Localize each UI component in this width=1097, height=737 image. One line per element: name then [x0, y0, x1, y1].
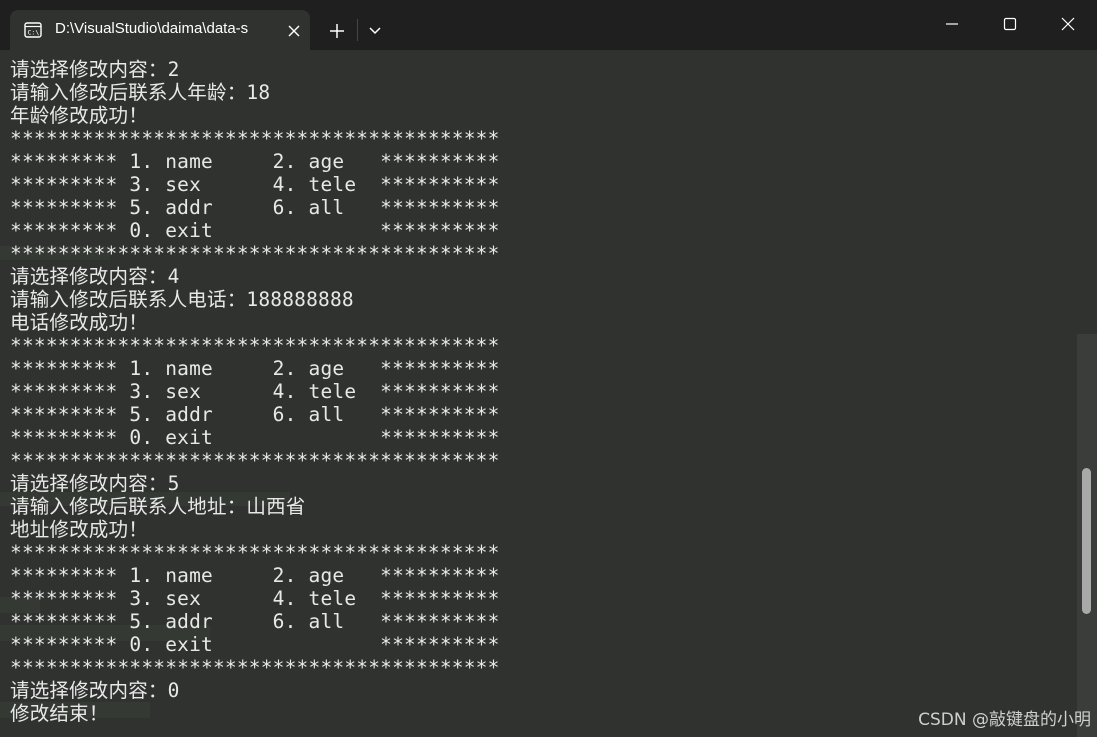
terminal-line: ****************************************… [10, 449, 500, 472]
terminal-line: ****************************************… [10, 334, 500, 357]
terminal-line: 请选择修改内容：2 [10, 58, 180, 81]
maximize-icon [1003, 17, 1017, 31]
scrollbar-track[interactable] [1077, 334, 1097, 737]
terminal-line: ********* 0. exit ********** [10, 633, 500, 656]
terminal-output[interactable]: 请选择修改内容：2 请输入修改后联系人年龄：18 年龄修改成功！ **********… [0, 50, 1077, 737]
terminal-icon: C:\ [24, 22, 42, 38]
watermark: CSDN @敲键盘的小明 [918, 710, 1091, 730]
terminal-line: ********* 0. exit ********** [10, 426, 500, 449]
terminal-line: 地址修改成功！ [10, 518, 148, 541]
tab-close-icon[interactable] [284, 21, 304, 41]
close-button[interactable] [1039, 0, 1097, 48]
terminal-line: ********* 0. exit ********** [10, 219, 500, 242]
minimize-button[interactable] [923, 0, 981, 48]
terminal-line: ********* 5. addr 6. all ********** [10, 403, 500, 426]
terminal-line: 请输入修改后联系人电话：188888888 [10, 288, 354, 311]
terminal-line: ********* 1. name 2. age ********** [10, 564, 500, 587]
terminal-line: 请输入修改后联系人年龄：18 [10, 81, 271, 104]
terminal-line: ****************************************… [10, 127, 500, 150]
tab-active[interactable]: C:\ D:\VisualStudio\daima\data-s [10, 10, 310, 50]
close-icon [1061, 17, 1075, 31]
terminal-line: 请选择修改内容：5 [10, 472, 180, 495]
terminal-line: 请输入修改后联系人地址：山西省 [10, 495, 306, 518]
terminal-line: 电话修改成功！ [10, 311, 148, 334]
terminal-line: ********* 1. name 2. age ********** [10, 357, 500, 380]
tab-title: D:\VisualStudio\daima\data-s [55, 20, 249, 37]
terminal-line: 请选择修改内容：0 [10, 679, 180, 702]
terminal-line: ****************************************… [10, 656, 500, 679]
terminal-line: ********* 5. addr 6. all ********** [10, 610, 500, 633]
terminal-window: C:\ D:\VisualStudio\daima\data-s 请选择修改内容… [0, 0, 1097, 737]
scrollbar-thumb[interactable] [1082, 468, 1091, 614]
terminal-line: ********* 3. sex 4. tele ********** [10, 380, 500, 403]
svg-text:C:\: C:\ [28, 29, 40, 37]
terminal-line: 年龄修改成功！ [10, 104, 148, 127]
terminal-line: ********* 3. sex 4. tele ********** [10, 587, 500, 610]
chevron-down-icon[interactable] [366, 23, 384, 39]
terminal-line: ********* 3. sex 4. tele ********** [10, 173, 500, 196]
maximize-button[interactable] [981, 0, 1039, 48]
terminal-line: ********* 1. name 2. age ********** [10, 150, 500, 173]
minimize-icon [946, 23, 958, 25]
tab-divider [357, 19, 358, 41]
terminal-line: 修改结束！ [10, 702, 109, 725]
title-bar: C:\ D:\VisualStudio\daima\data-s [0, 0, 1097, 50]
terminal-line: ****************************************… [10, 242, 500, 265]
terminal-line: ****************************************… [10, 541, 500, 564]
terminal-line: 请选择修改内容：4 [10, 265, 180, 288]
terminal-lines: 请选择修改内容：2 请输入修改后联系人年龄：18 年龄修改成功！ **********… [10, 58, 500, 725]
terminal-line: ********* 5. addr 6. all ********** [10, 196, 500, 219]
plus-icon[interactable] [326, 20, 348, 42]
